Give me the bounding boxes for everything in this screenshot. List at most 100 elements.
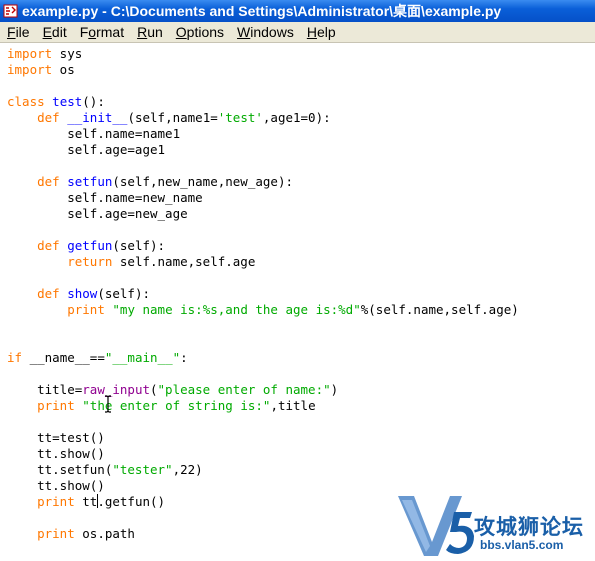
code-token: (): (82, 94, 105, 109)
code-token: os (52, 62, 75, 77)
code-line: tt=test() (7, 430, 519, 446)
code-token: sys (52, 46, 83, 61)
menu-help[interactable]: Help (300, 24, 342, 40)
menu-edit[interactable]: Edit (36, 24, 73, 40)
code-token: test (52, 94, 83, 109)
idle-app-icon[interactable] (3, 3, 19, 19)
code-line: def getfun(self): (7, 238, 519, 254)
menu-file-mnemonic: F (7, 24, 16, 40)
menu-format[interactable]: Format (73, 24, 130, 40)
code-line: ​ (7, 222, 519, 238)
code-token: def (37, 174, 60, 189)
menu-options[interactable]: Options (169, 24, 230, 40)
code-line: tt.show() (7, 446, 519, 462)
code-token: (self): (112, 238, 166, 253)
code-token: tt (74, 494, 98, 509)
code-token: import (7, 62, 53, 77)
code-line: ​ (7, 366, 519, 382)
code-token: tt.show() (7, 478, 105, 493)
code-line: def __init__(self,name1='test',age1=0): (7, 110, 519, 126)
code-line: import os (7, 62, 519, 78)
menu-edit-label: dit (51, 24, 67, 40)
watermark-url: bbs.vlan5.com (480, 538, 564, 552)
menu-help-label: elp (316, 24, 336, 40)
menu-windows-mnemonic: W (237, 24, 251, 40)
menu-bar: File Edit Format Run Options Windows Hel… (0, 22, 595, 43)
code-token: print (67, 302, 105, 317)
menu-windows-label: indows (250, 24, 294, 40)
code-line: ​ (7, 334, 519, 350)
code-token: return (67, 254, 113, 269)
code-token: ,age1=0): (262, 110, 331, 125)
code-token: tt.setfun( (7, 462, 113, 477)
code-editor[interactable]: import sysimport os​class test(): def __… (0, 43, 595, 561)
menu-format-mnemonic: o (88, 24, 97, 40)
code-token: (self,name1= (127, 110, 218, 125)
code-token: self.age=age1 (7, 142, 166, 157)
menu-run[interactable]: Run (130, 24, 169, 40)
code-line: if __name__=="__main__": (7, 350, 519, 366)
code-token: .getfun() (97, 494, 166, 509)
code-token: ( (150, 382, 158, 397)
ibeam-cursor-icon (105, 395, 111, 413)
code-token: self.name=new_name (7, 190, 203, 205)
code-token: print (37, 526, 75, 541)
code-line: import sys (7, 46, 519, 62)
code-token: tt=test() (7, 430, 105, 445)
code-line: title=raw_input("please enter of name:") (7, 382, 519, 398)
menu-help-mnemonic: H (306, 24, 317, 40)
menu-options-label: ptions (186, 24, 225, 40)
menu-windows[interactable]: Windows (230, 24, 300, 40)
code-token: if (7, 350, 23, 365)
code-line: print "the enter of string is:",title (7, 398, 519, 414)
code-token: : (180, 350, 188, 365)
code-token: self.name,self.age (112, 254, 256, 269)
code-line: ​ (7, 78, 519, 94)
code-token: print (37, 494, 75, 509)
code-token: __name__== (22, 350, 105, 365)
code-token: "my name is:%s,and the age is:%d" (112, 302, 361, 317)
code-token: class (7, 94, 45, 109)
code-token: print (37, 398, 75, 413)
code-line: def setfun(self,new_name,new_age): (7, 174, 519, 190)
code-token: "tester" (112, 462, 173, 477)
code-token: self.name=name1 (7, 126, 181, 141)
code-line: ​ (7, 270, 519, 286)
menu-format-pre: F (79, 24, 89, 40)
code-token: (self,new_name,new_age): (112, 174, 293, 189)
code-text[interactable]: import sysimport os​class test(): def __… (7, 46, 519, 542)
menu-options-mnemonic: O (175, 24, 187, 40)
code-line: ​ (7, 414, 519, 430)
code-token: "__main__" (104, 350, 181, 365)
code-token: __init__ (67, 110, 128, 125)
code-token: "please enter of name:" (157, 382, 331, 397)
title-bar[interactable]: example.py - C:\Documents and Settings\A… (0, 0, 595, 22)
code-token: self.age=new_age (7, 206, 188, 221)
code-token: 'test' (217, 110, 263, 125)
code-line: return self.name,self.age (7, 254, 519, 270)
menu-run-label: un (147, 24, 163, 40)
code-token: ,title (270, 398, 316, 413)
watermark-text: 攻城狮论坛 (474, 516, 584, 539)
code-line: class test(): (7, 94, 519, 110)
code-token: import (7, 46, 53, 61)
menu-file[interactable]: File (0, 24, 36, 40)
code-line: ​ (7, 318, 519, 334)
code-token: %(self.name,self.age) (360, 302, 519, 317)
code-line: self.age=new_age (7, 206, 519, 222)
code-token: def (37, 238, 60, 253)
code-token: ) (330, 382, 339, 397)
code-line: tt.setfun("tester",22) (7, 462, 519, 478)
code-line: self.age=age1 (7, 142, 519, 158)
code-token: tt.show() (7, 446, 105, 461)
code-line: self.name=new_name (7, 190, 519, 206)
menu-file-label: ile (15, 24, 30, 40)
code-line: self.name=name1 (7, 126, 519, 142)
code-token: (self): (97, 286, 151, 301)
